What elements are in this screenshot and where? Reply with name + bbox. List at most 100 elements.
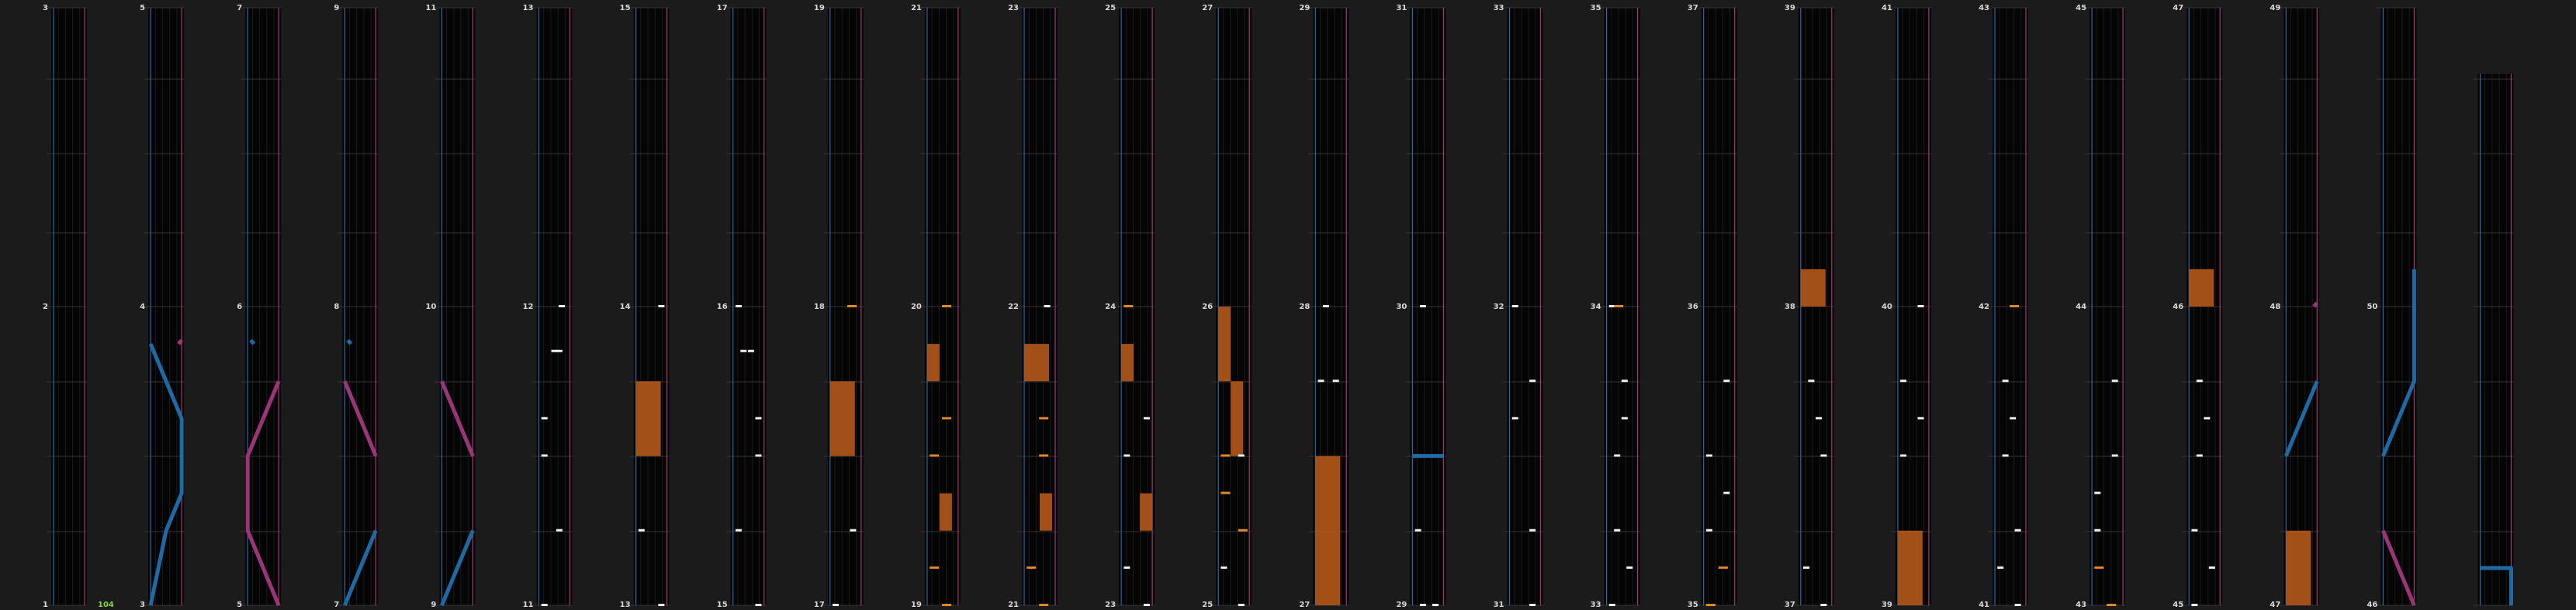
tap-note[interactable] <box>850 529 857 532</box>
tap-note[interactable] <box>2010 417 2017 420</box>
lane-column-15[interactable]: 31 30 29 <box>1396 4 1446 609</box>
mine-note[interactable] <box>1238 529 1248 532</box>
mine-note[interactable] <box>942 417 952 420</box>
tap-note[interactable] <box>1322 305 1329 307</box>
lane-column-23[interactable]: 47 46 45 <box>2173 4 2223 609</box>
tap-note[interactable] <box>1705 529 1712 532</box>
lane-column-11[interactable]: 23 22 21 <box>1008 4 1058 609</box>
tap-note[interactable] <box>556 349 563 352</box>
mine-note[interactable] <box>1705 604 1716 606</box>
tap-note[interactable] <box>1238 604 1245 606</box>
tap-note[interactable] <box>541 417 548 420</box>
mine-note[interactable] <box>930 566 940 569</box>
tap-note[interactable] <box>1220 566 1227 569</box>
lane-column-25[interactable]: 50 46 <box>2367 7 2417 609</box>
tap-note[interactable] <box>1608 604 1615 606</box>
tap-note[interactable] <box>2094 491 2101 494</box>
tap-note[interactable] <box>1614 454 1621 457</box>
hold-note[interactable] <box>829 381 855 456</box>
right-slider-path[interactable] <box>177 338 184 345</box>
tap-note[interactable] <box>1124 454 1130 457</box>
tap-note[interactable] <box>2111 454 2118 457</box>
hold-note[interactable] <box>1140 493 1153 531</box>
tap-note[interactable] <box>2002 380 2009 383</box>
left-slider-path[interactable] <box>346 338 353 345</box>
hold-note[interactable] <box>1218 307 1231 382</box>
tap-note[interactable] <box>1414 529 1421 532</box>
hold-note[interactable] <box>635 381 661 456</box>
lane-column-24[interactable]: 49 48 47 <box>2270 4 2320 609</box>
lane-column-7[interactable]: 15 14 13 <box>620 4 670 609</box>
tap-note[interactable] <box>755 454 762 457</box>
lane-column-1[interactable]: 3 2 1 <box>43 4 87 609</box>
lane-column-22[interactable]: 45 44 43 <box>2076 4 2126 609</box>
lane-column-12[interactable]: 25 24 23 <box>1105 4 1155 609</box>
mine-note[interactable] <box>942 604 952 606</box>
mine-note[interactable] <box>930 454 940 457</box>
mine-note[interactable] <box>2107 604 2117 606</box>
hold-note[interactable] <box>1040 493 1052 531</box>
lane-column-21[interactable]: 43 42 41 <box>1979 4 2028 609</box>
left-slider-path[interactable] <box>249 338 256 345</box>
tap-note[interactable] <box>1511 417 1518 420</box>
hold-note[interactable] <box>1800 269 1826 307</box>
tap-note[interactable] <box>2094 529 2101 532</box>
lane-column-5[interactable]: 11 10 9 <box>425 4 476 609</box>
tap-note[interactable] <box>1808 380 1815 383</box>
tap-note[interactable] <box>755 604 762 606</box>
tap-note[interactable] <box>2002 454 2009 457</box>
tap-note[interactable] <box>2014 529 2021 532</box>
lane-column-3[interactable]: 7 6 5 <box>237 4 282 609</box>
right-slider-path[interactable] <box>2312 301 2319 308</box>
hold-note[interactable] <box>1315 456 1341 606</box>
tap-note[interactable] <box>1614 529 1621 532</box>
lane-column-18[interactable]: 37 36 35 <box>1688 4 1737 609</box>
tap-note[interactable] <box>2204 417 2211 420</box>
tap-note[interactable] <box>541 604 548 606</box>
lane-column-2[interactable]: 5 4 3 <box>140 4 185 609</box>
hold-note[interactable] <box>1121 344 1134 382</box>
hold-note[interactable] <box>2286 530 2311 605</box>
hold-note[interactable] <box>939 493 952 531</box>
mine-note[interactable] <box>1718 566 1728 569</box>
tap-note[interactable] <box>658 305 665 307</box>
tap-note[interactable] <box>658 604 665 606</box>
lane-column-8[interactable]: 17 16 15 <box>717 4 767 609</box>
tap-note[interactable] <box>2191 529 2198 532</box>
tap-note[interactable] <box>1420 305 1426 307</box>
mine-note[interactable] <box>1614 305 1624 307</box>
tap-note[interactable] <box>1900 454 1907 457</box>
mine-note[interactable] <box>1039 604 1049 606</box>
tap-note[interactable] <box>1816 417 1822 420</box>
tap-note[interactable] <box>1420 604 1426 606</box>
hold-note[interactable] <box>2189 269 2214 307</box>
mine-note[interactable] <box>1124 305 1134 307</box>
tap-note[interactable] <box>755 417 762 420</box>
tap-note[interactable] <box>1705 454 1712 457</box>
tap-note[interactable] <box>1124 566 1130 569</box>
hold-note[interactable] <box>1024 344 1049 382</box>
lane-column-20[interactable]: 41 40 39 <box>1882 4 1931 609</box>
tap-note[interactable] <box>2014 604 2021 606</box>
hold-note[interactable] <box>1897 530 1923 605</box>
tap-note[interactable] <box>1317 380 1324 383</box>
tap-note[interactable] <box>1529 380 1536 383</box>
tap-note[interactable] <box>559 305 566 307</box>
mine-note[interactable] <box>942 305 952 307</box>
mine-note[interactable] <box>2010 305 2020 307</box>
tap-note[interactable] <box>1803 566 1809 569</box>
tap-note[interactable] <box>1917 417 1924 420</box>
tap-note[interactable] <box>2196 380 2203 383</box>
lane-column-13[interactable]: 27 26 25 <box>1202 4 1252 609</box>
mine-note[interactable] <box>2094 566 2104 569</box>
tap-note[interactable] <box>1238 454 1245 457</box>
tap-note[interactable] <box>638 529 645 532</box>
mine-note[interactable] <box>1039 454 1049 457</box>
lane-column-26[interactable] <box>2473 74 2514 606</box>
lane-column-4[interactable]: 9 8 7 <box>334 4 379 609</box>
lane-column-14[interactable]: 29 28 27 <box>1299 4 1349 609</box>
lane-column-19[interactable]: 39 38 37 <box>1785 4 1834 609</box>
lane-column-6[interactable]: 13 12 11 <box>523 4 573 609</box>
tap-note[interactable] <box>833 604 839 606</box>
tap-note[interactable] <box>1511 305 1518 307</box>
